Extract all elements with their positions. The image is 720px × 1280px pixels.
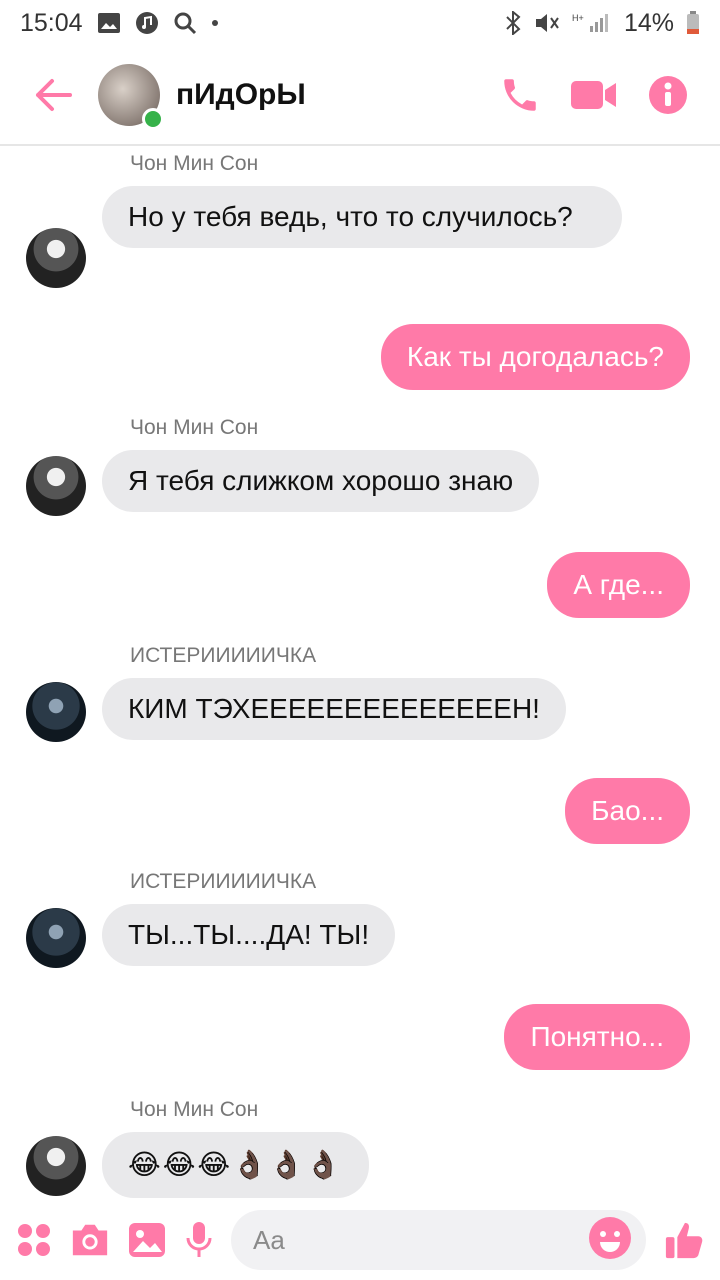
message-bubble-incoming[interactable]: Но у тебя ведь, что то случилось? bbox=[102, 186, 622, 248]
gallery-notification-icon bbox=[97, 12, 121, 34]
voice-button[interactable] bbox=[184, 1220, 213, 1260]
avatar[interactable] bbox=[26, 456, 86, 516]
back-button[interactable] bbox=[24, 65, 84, 125]
online-indicator bbox=[142, 108, 164, 130]
message-bubble-incoming[interactable]: ТЫ...ТЫ....ДА! ТЫ! bbox=[102, 904, 396, 966]
message-bubble-incoming[interactable]: Я тебя слижком хорошо знаю bbox=[102, 450, 540, 512]
mute-icon bbox=[534, 12, 560, 34]
message-bubble-incoming[interactable]: 😂😂😂👌🏿👌🏿👌🏿 bbox=[102, 1132, 369, 1198]
status-bar: 15:04 H+ 14% bbox=[0, 0, 720, 46]
emoji-button[interactable] bbox=[588, 1216, 632, 1265]
message-input-container[interactable] bbox=[231, 1210, 646, 1270]
back-arrow-icon bbox=[36, 79, 72, 111]
camera-icon bbox=[72, 1224, 108, 1256]
sender-name: ИСТЕРИИИИИЧКА bbox=[130, 870, 317, 893]
battery-icon bbox=[686, 11, 700, 35]
composer-bar bbox=[0, 1200, 720, 1280]
message-bubble-incoming[interactable]: КИМ ТЭХЕЕЕЕЕЕЕЕЕЕЕЕЕЕН! bbox=[102, 678, 566, 740]
video-icon bbox=[571, 81, 616, 109]
chat-header: пИдОрЫ bbox=[0, 46, 720, 146]
gallery-icon bbox=[129, 1223, 165, 1257]
emoji-message: 😂😂😂👌🏿👌🏿👌🏿 bbox=[128, 1148, 343, 1181]
like-icon bbox=[665, 1222, 703, 1259]
status-time: 15:04 bbox=[20, 8, 83, 37]
apps-button[interactable] bbox=[16, 1220, 52, 1260]
message-bubble-outgoing[interactable]: Понятно... bbox=[504, 1004, 690, 1070]
sender-name: Чон Мин Сон bbox=[130, 416, 259, 439]
sender-name: ИСТЕРИИИИИЧКА bbox=[130, 644, 317, 667]
dot-notification-icon bbox=[211, 19, 219, 27]
music-notification-icon bbox=[135, 11, 159, 35]
avatar[interactable] bbox=[26, 908, 86, 968]
group-avatar[interactable] bbox=[98, 64, 164, 130]
message-list[interactable]: Чон Мин Сон Но у тебя ведь, что то случи… bbox=[0, 148, 720, 1200]
signal-icon: H+ bbox=[572, 12, 612, 34]
sender-name: Чон Мин Сон bbox=[130, 1098, 259, 1121]
search-notification-icon bbox=[173, 11, 197, 35]
message-input[interactable] bbox=[253, 1224, 588, 1256]
info-icon bbox=[649, 76, 687, 114]
gallery-button[interactable] bbox=[128, 1220, 166, 1260]
message-bubble-outgoing[interactable]: Как ты догодалась? bbox=[380, 324, 690, 390]
phone-icon bbox=[504, 79, 536, 111]
info-button[interactable] bbox=[644, 71, 692, 119]
chat-title[interactable]: пИдОрЫ bbox=[176, 78, 306, 112]
bluetooth-icon bbox=[504, 11, 522, 35]
apps-icon bbox=[18, 1224, 50, 1256]
sender-name: Чон Мин Сон bbox=[130, 152, 259, 175]
battery-percent: 14% bbox=[623, 8, 674, 37]
call-button[interactable] bbox=[496, 71, 544, 119]
camera-button[interactable] bbox=[70, 1220, 110, 1260]
message-bubble-outgoing[interactable]: А где... bbox=[547, 552, 690, 618]
video-call-button[interactable] bbox=[570, 71, 618, 119]
avatar[interactable] bbox=[26, 228, 86, 288]
avatar[interactable] bbox=[26, 682, 86, 742]
mic-icon bbox=[186, 1222, 211, 1257]
emoji-icon bbox=[589, 1216, 631, 1259]
svg-text:H+: H+ bbox=[572, 13, 584, 23]
like-button[interactable] bbox=[664, 1220, 704, 1260]
avatar[interactable] bbox=[26, 1136, 86, 1196]
message-bubble-outgoing[interactable]: Бао... bbox=[565, 778, 690, 844]
